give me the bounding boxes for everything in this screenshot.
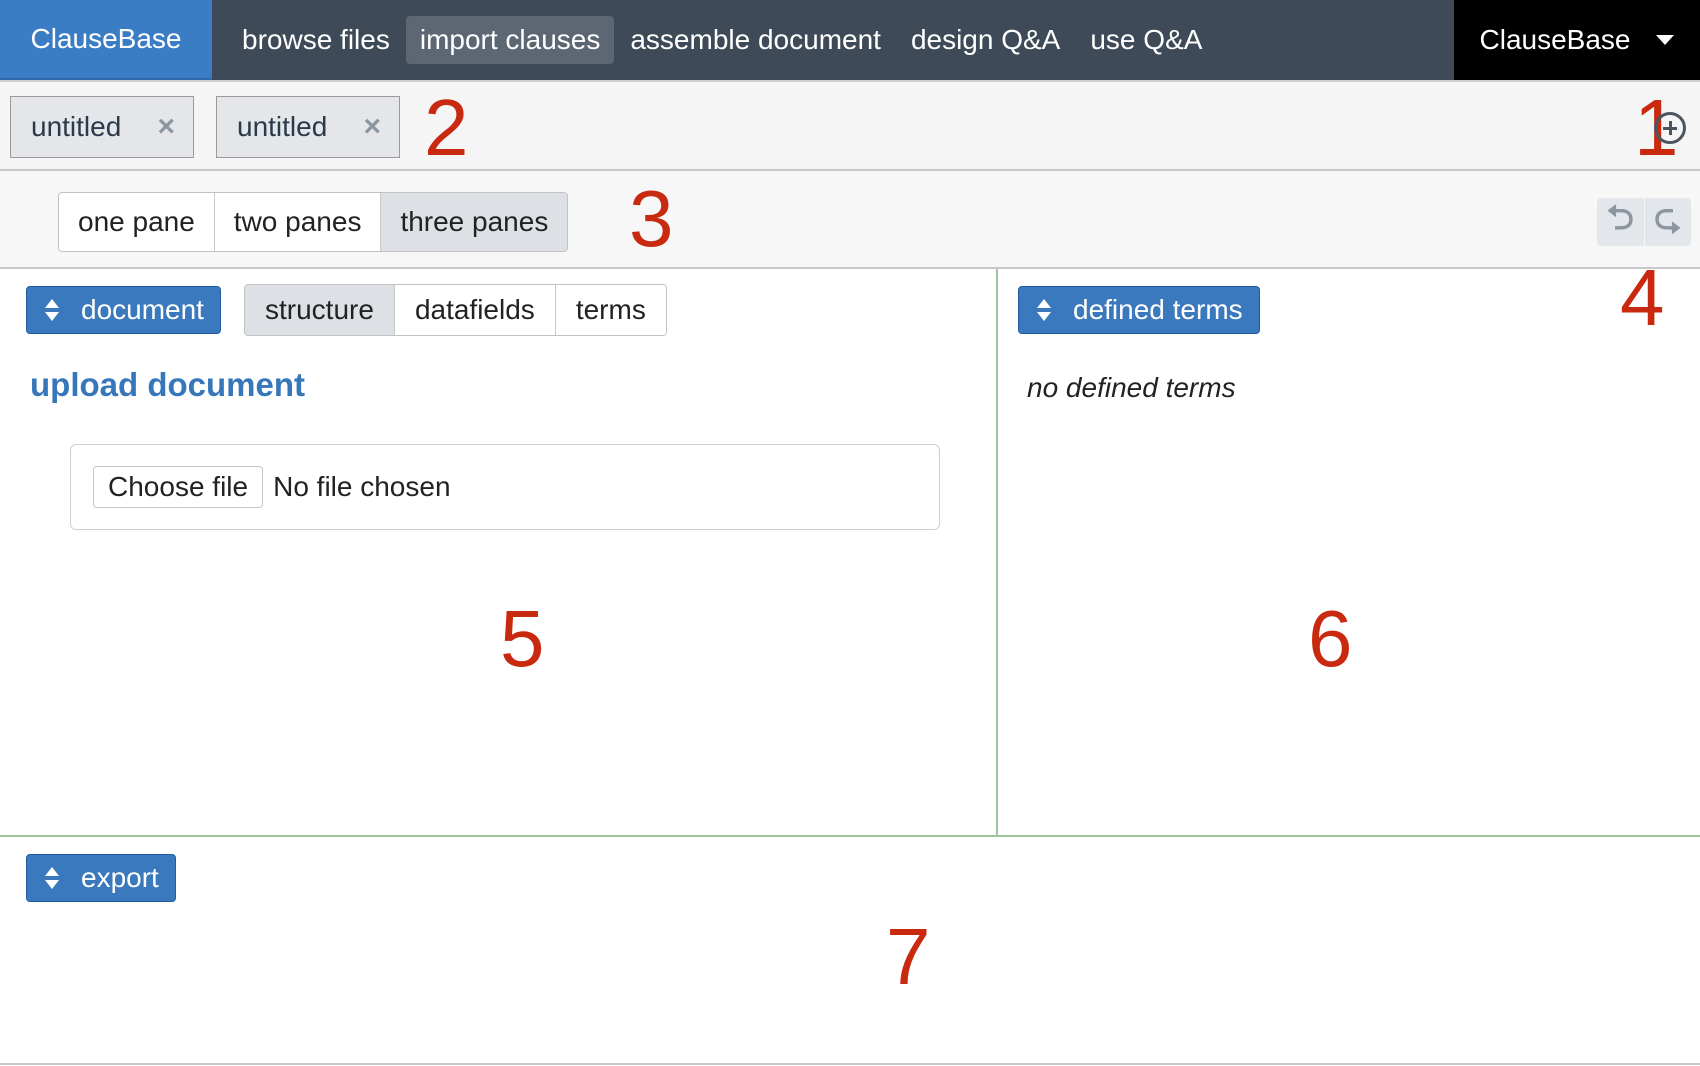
nav-item-browse-files[interactable]: browse files <box>228 16 404 64</box>
export-selector-label: export <box>81 862 159 893</box>
caret-down-icon <box>1656 35 1675 45</box>
bottom-pane: export 7 <box>0 835 1700 1065</box>
document-tab[interactable]: untitled × <box>10 96 194 158</box>
undo-redo-group: ⮌ ⮎ <box>1597 198 1691 246</box>
annotation-number: 2 <box>424 83 469 172</box>
pane-layout-bar: one pane two panes three panes 3 ⮌ ⮎ <box>0 171 1700 269</box>
empty-state-text: no defined terms <box>1027 372 1236 403</box>
one-pane-button[interactable]: one pane <box>59 193 215 251</box>
document-tab-bar: untitled × untitled × 2 1 <box>0 80 1700 171</box>
document-selector-label: document <box>81 294 204 325</box>
left-pane: document structure datafields terms uplo… <box>0 269 998 835</box>
account-label: ClauseBase <box>1479 24 1631 55</box>
account-menu[interactable]: ClauseBase <box>1454 0 1700 80</box>
sort-icon <box>1037 299 1051 321</box>
pane-layout-selector: one pane two panes three panes <box>58 192 569 252</box>
annotation-number: 6 <box>1308 594 1353 683</box>
nav-item-design-qa[interactable]: design Q&A <box>897 16 1074 64</box>
tab-structure[interactable]: structure <box>245 285 395 335</box>
annotation-number: 5 <box>500 594 545 683</box>
three-panes-button[interactable]: three panes <box>381 193 568 251</box>
view-tabs: structure datafields terms <box>244 284 667 336</box>
brand-logo[interactable]: ClauseBase <box>0 0 212 80</box>
choose-file-button[interactable]: Choose file <box>93 466 264 508</box>
document-tab-label: untitled <box>31 111 122 142</box>
document-selector-button[interactable]: document <box>26 286 221 334</box>
annotation-number: 7 <box>886 912 931 1001</box>
tab-terms[interactable]: terms <box>555 285 666 335</box>
top-navbar: ClauseBase browse files import clauses a… <box>0 0 1700 80</box>
sort-icon <box>45 299 59 321</box>
file-upload-box: Choose file No file chosen <box>70 444 940 530</box>
right-pane: defined terms no defined terms 6 <box>1000 269 1700 835</box>
nav-item-assemble-document[interactable]: assemble document <box>616 16 895 64</box>
annotation-number: 3 <box>629 174 674 263</box>
annotation-number: 4 <box>1620 253 1665 342</box>
two-panes-button[interactable]: two panes <box>214 193 382 251</box>
document-tab[interactable]: untitled × <box>216 96 400 158</box>
main-nav: browse files import clauses assemble doc… <box>212 0 1454 80</box>
close-icon[interactable]: × <box>363 110 381 144</box>
redo-icon[interactable]: ⮎ <box>1645 198 1692 246</box>
sort-icon <box>45 867 59 889</box>
defined-terms-selector-label: defined terms <box>1073 294 1243 325</box>
nav-item-use-qa[interactable]: use Q&A <box>1076 16 1216 64</box>
undo-icon[interactable]: ⮌ <box>1597 198 1645 246</box>
upload-document-title: upload document <box>30 366 305 403</box>
file-status-text: No file chosen <box>273 471 451 502</box>
defined-terms-selector-button[interactable]: defined terms <box>1018 286 1260 334</box>
nav-item-import-clauses[interactable]: import clauses <box>405 16 615 64</box>
plus-circle-icon[interactable] <box>1654 112 1686 144</box>
close-icon[interactable]: × <box>157 110 175 144</box>
document-tab-label: untitled <box>237 111 328 142</box>
tab-datafields[interactable]: datafields <box>394 285 556 335</box>
export-selector-button[interactable]: export <box>26 854 176 902</box>
